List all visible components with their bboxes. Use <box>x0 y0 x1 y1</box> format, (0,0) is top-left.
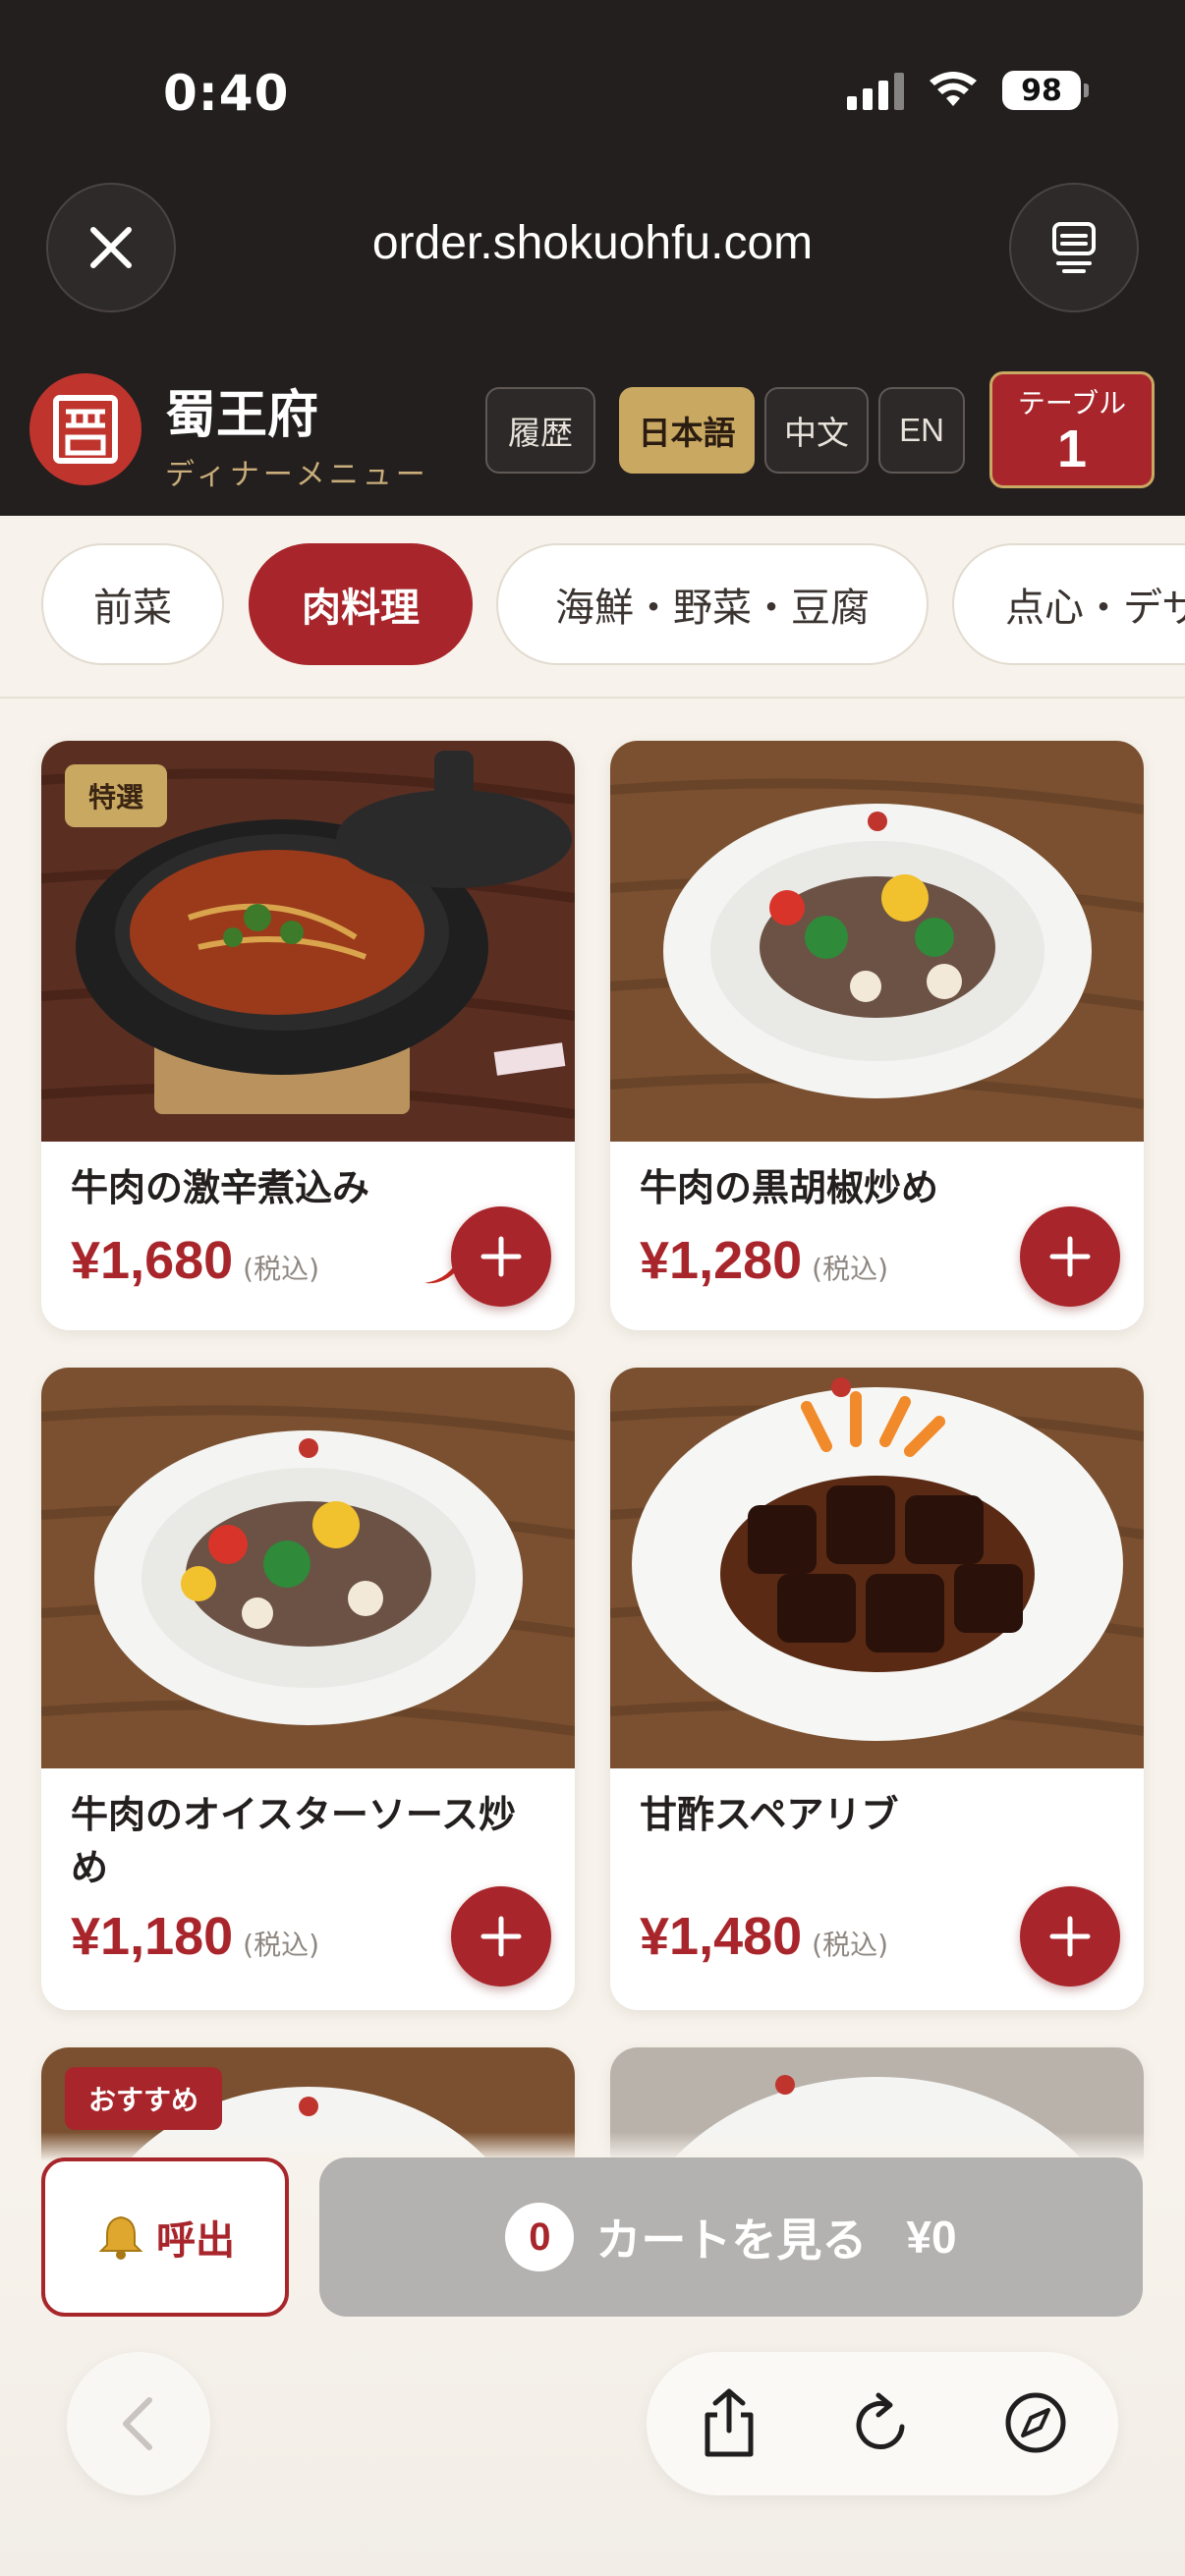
tax-label: (税込) <box>812 1253 889 1285</box>
cart-total: ¥0 <box>906 2212 957 2263</box>
category-tabs: 前菜 肉料理 海鮮・野菜・豆腐 点心・デザ <box>0 516 1185 699</box>
signal-icon <box>847 71 904 110</box>
menu-button[interactable] <box>1009 183 1139 312</box>
reader-icon <box>1052 222 1096 273</box>
plus-icon <box>1049 1916 1091 1957</box>
bell-icon <box>98 2215 143 2260</box>
share-icon <box>705 2388 754 2457</box>
recommended-badge: おすすめ <box>65 2067 223 2130</box>
battery-indicator: 98 <box>1002 71 1089 110</box>
view-cart-button[interactable]: 0 カートを見る ¥0 <box>319 2157 1143 2317</box>
price-value: ¥1,180 <box>71 1907 234 1966</box>
add-to-cart-button[interactable] <box>451 1206 551 1307</box>
product-card[interactable]: 牛肉の黒胡椒炒め ¥1,280 (税込) <box>610 741 1144 1330</box>
product-card[interactable]: 特選 牛肉の激辛煮込み ¥1,680 (税込) <box>41 741 575 1330</box>
brand-logo <box>29 373 141 485</box>
product-price: ¥1,280 (税込) <box>640 1230 888 1291</box>
compass-icon <box>1005 2392 1066 2453</box>
plus-icon <box>1049 1236 1091 1277</box>
brand-subtitle: ディナーメニュー <box>165 458 429 492</box>
product-price: ¥1,180 (税込) <box>71 1906 319 1967</box>
tab-seafood-veg-tofu[interactable]: 海鮮・野菜・豆腐 <box>496 543 929 665</box>
url-field[interactable]: order.shokuohfu.com <box>0 216 1185 270</box>
product-price: ¥1,480 (税込) <box>640 1906 888 1967</box>
lang-chinese-button[interactable]: 中文 <box>764 387 869 474</box>
table-indicator: テーブル 1 <box>989 371 1155 488</box>
compass-button[interactable] <box>996 2383 1075 2462</box>
lang-english-button[interactable]: EN <box>878 387 965 474</box>
lang-japanese-button[interactable]: 日本語 <box>619 387 755 474</box>
browser-toolbar <box>647 2352 1118 2495</box>
product-image <box>41 1368 575 1768</box>
product-card[interactable]: 牛肉のオイスターソース炒め ¥1,180 (税込) <box>41 1368 575 2010</box>
status-time: 0:40 <box>163 65 290 122</box>
cart-label: カートを見る <box>595 2213 868 2267</box>
plus-icon <box>480 1236 522 1277</box>
add-to-cart-button[interactable] <box>1020 1206 1120 1307</box>
call-label: 呼出 <box>156 2218 235 2264</box>
add-to-cart-button[interactable] <box>1020 1886 1120 1987</box>
tab-appetizer[interactable]: 前菜 <box>41 543 224 665</box>
reload-button[interactable] <box>843 2383 922 2462</box>
logo-icon <box>53 395 118 464</box>
product-price: ¥1,680 (税込) <box>71 1230 319 1291</box>
add-to-cart-button[interactable] <box>451 1886 551 1987</box>
price-value: ¥1,280 <box>640 1231 803 1290</box>
table-number: 1 <box>1056 420 1088 478</box>
share-button[interactable] <box>690 2383 768 2462</box>
product-title: 牛肉のオイスターソース炒め <box>71 1793 516 1889</box>
history-button[interactable]: 履歴 <box>485 387 595 474</box>
tab-meat[interactable]: 肉料理 <box>249 543 473 665</box>
call-staff-button[interactable]: 呼出 <box>41 2157 289 2317</box>
plus-icon <box>480 1916 522 1957</box>
table-label: テーブル <box>1017 387 1127 420</box>
tab-dimsum-dessert[interactable]: 点心・デザ <box>952 543 1185 665</box>
price-value: ¥1,480 <box>640 1907 803 1966</box>
wifi-icon <box>930 72 977 106</box>
reload-icon <box>856 2392 905 2449</box>
brand-name: 蜀王府 <box>165 386 319 445</box>
featured-badge: 特選 <box>65 764 168 827</box>
status-icons: 98 <box>847 71 1089 110</box>
product-title: 牛肉の黒胡椒炒め <box>640 1166 939 1209</box>
product-card[interactable]: 甘酢スペアリブ ¥1,480 (税込) <box>610 1368 1144 2010</box>
back-button[interactable] <box>67 2352 210 2495</box>
tax-label: (税込) <box>243 1253 320 1285</box>
product-title: 甘酢スペアリブ <box>640 1793 899 1836</box>
tax-label: (税込) <box>243 1929 320 1961</box>
product-title: 牛肉の激辛煮込み <box>71 1166 370 1209</box>
product-image <box>610 1368 1144 1768</box>
chevron-left-icon <box>123 2397 152 2450</box>
tax-label: (税込) <box>812 1929 889 1961</box>
cart-count-badge: 0 <box>505 2203 575 2271</box>
product-image <box>610 741 1144 1142</box>
price-value: ¥1,680 <box>71 1231 234 1290</box>
